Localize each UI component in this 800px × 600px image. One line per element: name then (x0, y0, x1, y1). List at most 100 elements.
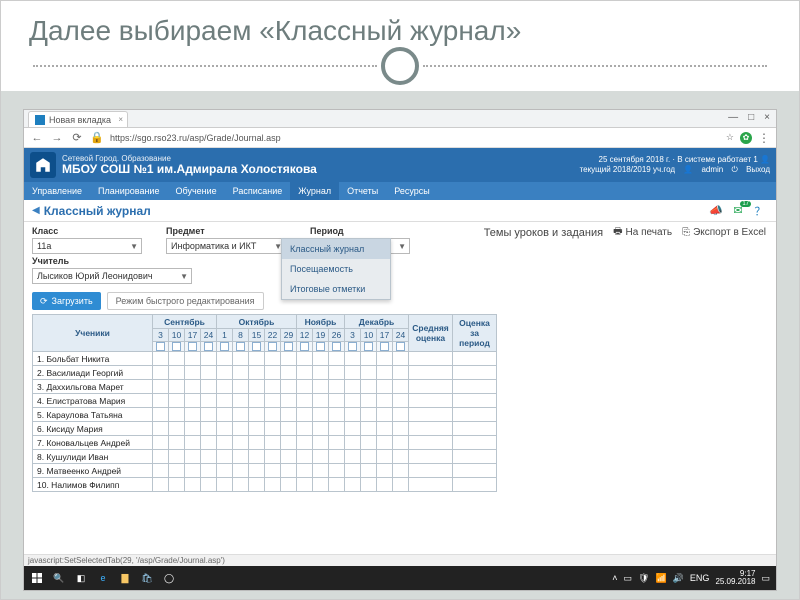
day-checkbox[interactable] (185, 342, 201, 352)
grade-cell[interactable] (313, 352, 329, 366)
period-mark-cell[interactable] (453, 478, 497, 492)
student-name-cell[interactable]: 10. Налимов Филипп (33, 478, 153, 492)
search-icon[interactable]: 🔍 (48, 568, 70, 588)
header-exit[interactable]: Выход (746, 165, 770, 174)
browser-tab[interactable]: Новая вкладка × (28, 111, 128, 127)
student-name-cell[interactable]: 7. Коновальцев Андрей (33, 436, 153, 450)
nav-item-planning[interactable]: Планирование (90, 182, 167, 200)
grade-cell[interactable] (169, 478, 185, 492)
grade-cell[interactable] (233, 464, 249, 478)
tray-defender-icon[interactable]: 🛡 (638, 573, 649, 584)
grade-cell[interactable] (185, 366, 201, 380)
url-text[interactable]: https://sgo.rso23.ru/asp/Grade/Journal.a… (110, 133, 720, 143)
grade-cell[interactable] (201, 380, 217, 394)
tab-close-icon[interactable]: × (118, 115, 123, 124)
grade-cell[interactable] (345, 366, 361, 380)
grade-cell[interactable] (249, 394, 265, 408)
nav-item-journal[interactable]: Журнал (290, 182, 339, 200)
grade-cell[interactable] (169, 408, 185, 422)
day-header[interactable]: 3 (153, 329, 169, 342)
grade-cell[interactable] (233, 394, 249, 408)
day-checkbox[interactable] (153, 342, 169, 352)
period-mark-cell[interactable] (453, 366, 497, 380)
day-header[interactable]: 26 (329, 329, 345, 342)
grade-cell[interactable] (153, 380, 169, 394)
grade-cell[interactable] (249, 352, 265, 366)
grade-cell[interactable] (201, 450, 217, 464)
grade-cell[interactable] (201, 394, 217, 408)
grade-cell[interactable] (361, 380, 377, 394)
class-select[interactable]: 11а▼ (32, 238, 142, 254)
day-checkbox[interactable] (217, 342, 233, 352)
student-name-cell[interactable]: 8. Кушулиди Иван (33, 450, 153, 464)
quick-edit-button[interactable]: Режим быстрого редактирования (107, 292, 264, 310)
forward-icon[interactable]: → (50, 132, 64, 144)
grade-cell[interactable] (329, 436, 345, 450)
grade-cell[interactable] (313, 408, 329, 422)
grade-cell[interactable] (329, 380, 345, 394)
grade-cell[interactable] (345, 380, 361, 394)
grade-cell[interactable] (345, 394, 361, 408)
grade-cell[interactable] (313, 450, 329, 464)
student-name-cell[interactable]: 4. Елистратова Мария (33, 394, 153, 408)
grade-cell[interactable] (169, 394, 185, 408)
grade-cell[interactable] (313, 394, 329, 408)
chevron-left-icon[interactable]: ◀ (32, 205, 40, 216)
grade-cell[interactable] (297, 436, 313, 450)
grade-cell[interactable] (201, 366, 217, 380)
grade-cell[interactable] (393, 394, 409, 408)
window-close-icon[interactable]: × (764, 112, 770, 123)
reload-icon[interactable]: ⟳ (70, 131, 84, 144)
browser-menu-icon[interactable]: ⋮ (758, 131, 770, 145)
day-header[interactable]: 3 (345, 329, 361, 342)
grade-cell[interactable] (281, 366, 297, 380)
grade-cell[interactable] (265, 408, 281, 422)
grade-cell[interactable] (153, 478, 169, 492)
bookmark-icon[interactable]: ☆ (726, 132, 734, 143)
grade-cell[interactable] (361, 394, 377, 408)
day-header[interactable]: 24 (201, 329, 217, 342)
student-name-cell[interactable]: 9. Матвеенко Андрей (33, 464, 153, 478)
grade-cell[interactable] (361, 366, 377, 380)
day-header[interactable]: 22 (265, 329, 281, 342)
student-name-cell[interactable]: 3. Даххильгова Марет (33, 380, 153, 394)
grade-cell[interactable] (153, 408, 169, 422)
grade-cell[interactable] (201, 478, 217, 492)
grade-cell[interactable] (217, 422, 233, 436)
grade-cell[interactable] (377, 394, 393, 408)
student-name-cell[interactable]: 6. Кисиду Мария (33, 422, 153, 436)
mail-icon[interactable]: ✉17 (730, 204, 746, 218)
grade-cell[interactable] (169, 436, 185, 450)
grade-cell[interactable] (281, 478, 297, 492)
grade-cell[interactable] (265, 478, 281, 492)
day-checkbox[interactable] (265, 342, 281, 352)
grade-cell[interactable] (297, 478, 313, 492)
grade-cell[interactable] (185, 436, 201, 450)
day-header[interactable]: 17 (377, 329, 393, 342)
grade-cell[interactable] (329, 464, 345, 478)
taskbar-edge-icon[interactable]: e (92, 568, 114, 588)
grade-cell[interactable] (329, 450, 345, 464)
grade-cell[interactable] (281, 352, 297, 366)
day-checkbox[interactable] (361, 342, 377, 352)
day-checkbox[interactable] (169, 342, 185, 352)
grade-cell[interactable] (249, 450, 265, 464)
grade-cell[interactable] (281, 394, 297, 408)
taskbar-chrome-icon[interactable]: ◯ (158, 568, 180, 588)
window-maximize-icon[interactable]: □ (748, 112, 754, 123)
excel-export-button[interactable]: ⎘ Экспорт в Excel (682, 227, 766, 238)
grade-cell[interactable] (217, 436, 233, 450)
grade-cell[interactable] (329, 408, 345, 422)
day-checkbox[interactable] (329, 342, 345, 352)
grade-cell[interactable] (345, 478, 361, 492)
grade-cell[interactable] (185, 464, 201, 478)
day-checkbox[interactable] (233, 342, 249, 352)
grade-cell[interactable] (281, 422, 297, 436)
tray-wifi-icon[interactable]: 📶 (655, 573, 666, 584)
grade-cell[interactable] (265, 380, 281, 394)
grade-cell[interactable] (185, 352, 201, 366)
grade-cell[interactable] (281, 464, 297, 478)
grade-cell[interactable] (297, 450, 313, 464)
day-checkbox[interactable] (201, 342, 217, 352)
grade-cell[interactable] (249, 478, 265, 492)
